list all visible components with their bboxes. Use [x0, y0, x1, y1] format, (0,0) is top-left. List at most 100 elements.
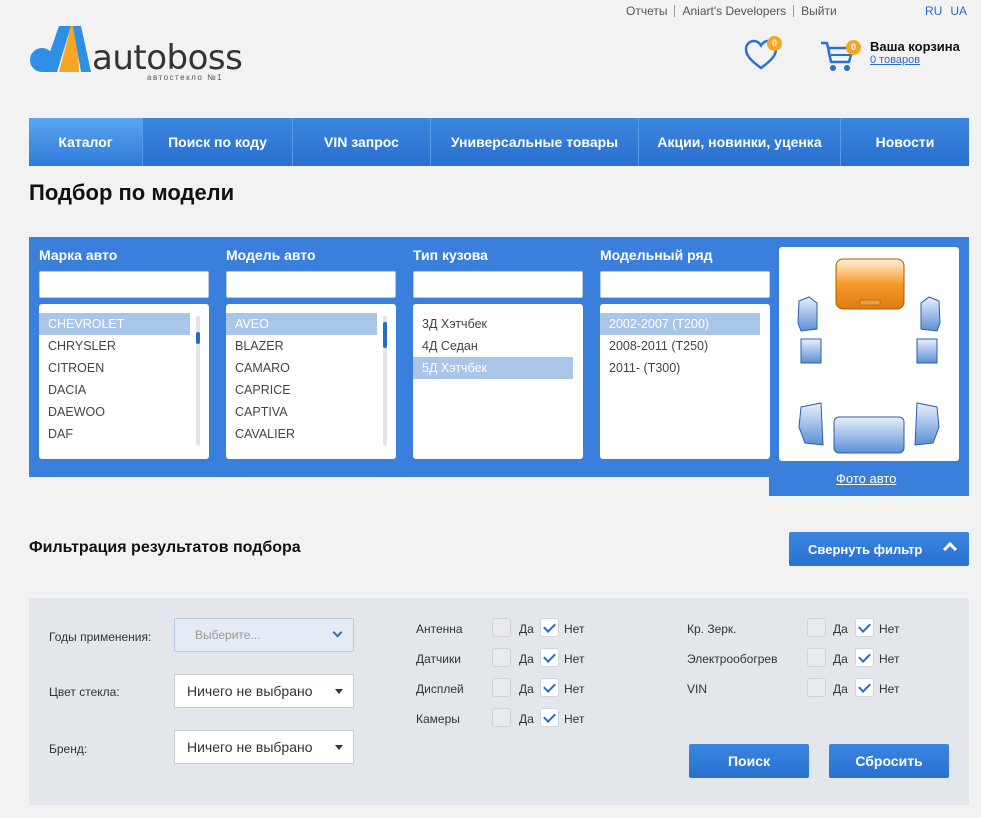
main-nav: Каталог Поиск по коду VIN запрос Универс…: [29, 118, 969, 166]
logo-tagline: автостекло №1: [147, 73, 224, 82]
list-item[interactable]: DAEWOO: [39, 401, 190, 423]
years-label: Годы применения:: [49, 630, 152, 644]
option-sensors-label: Датчики: [416, 652, 461, 666]
lang-ru[interactable]: RU: [925, 4, 942, 18]
series-list[interactable]: 2002-2007 (T200) 2008-2011 (T250) 2011- …: [600, 304, 770, 459]
option-heating-label: Электрообогрев: [687, 652, 778, 666]
nav-news[interactable]: Новости: [841, 118, 969, 166]
cart-count-badge: 0: [846, 40, 861, 55]
list-item[interactable]: 2011- (T300): [600, 357, 760, 379]
logout-link[interactable]: Выйти: [801, 4, 837, 18]
cart-title[interactable]: Ваша корзина: [870, 39, 960, 54]
series-search-input[interactable]: [600, 271, 770, 298]
display-yes-checkbox[interactable]: [492, 678, 511, 697]
search-button[interactable]: Поиск: [689, 744, 809, 778]
model-list[interactable]: AVEO BLAZER CAMARO CAPRICE CAPTIVA CAVAL…: [226, 304, 396, 459]
nav-universal-goods[interactable]: Универсальные товары: [431, 118, 639, 166]
collapse-filter-label: Свернуть фильтр: [808, 541, 923, 557]
reset-button[interactable]: Сбросить: [829, 744, 949, 778]
list-item[interactable]: CAMARO: [226, 357, 377, 379]
model-column: Модель авто AVEO BLAZER CAMARO CAPRICE C…: [226, 247, 396, 459]
list-item[interactable]: 2002-2007 (T200): [600, 313, 760, 335]
sensors-no-checkbox[interactable]: [540, 648, 559, 667]
yes-label: Да: [519, 682, 534, 696]
logo[interactable]: autoboss автостекло №1: [29, 24, 243, 84]
list-item[interactable]: 2008-2011 (T250): [600, 335, 760, 357]
make-search-input[interactable]: [39, 271, 209, 298]
no-label: Нет: [879, 682, 900, 696]
model-label: Модель авто: [226, 247, 316, 263]
display-no-checkbox[interactable]: [540, 678, 559, 697]
list-item[interactable]: CITROEN: [39, 357, 190, 379]
brand-value: Ничего не выбрано: [187, 739, 313, 755]
list-item[interactable]: DAF: [39, 423, 190, 445]
lang-ua[interactable]: UA: [950, 4, 967, 18]
filter-panel: Годы применения: Выберите... Цвет стекла…: [29, 598, 969, 805]
developers-link[interactable]: Aniart's Developers: [682, 4, 786, 18]
car-photo-link[interactable]: Фото авто: [836, 471, 896, 486]
heating-no-checkbox[interactable]: [855, 648, 874, 667]
cameras-yes-checkbox[interactable]: [492, 708, 511, 727]
list-item[interactable]: CHRYSLER: [39, 335, 190, 357]
mirror-no-checkbox[interactable]: [855, 618, 874, 637]
yes-label: Да: [833, 622, 848, 636]
antenna-no-checkbox[interactable]: [540, 618, 559, 637]
body-type-label: Тип кузова: [413, 247, 488, 263]
car-diagram-icon: [797, 258, 941, 454]
model-scrollbar[interactable]: [383, 316, 387, 446]
list-item[interactable]: DACIA: [39, 379, 190, 401]
no-label: Нет: [564, 682, 585, 696]
option-antenna-label: Антенна: [416, 622, 463, 636]
yes-label: Да: [519, 712, 534, 726]
brand-select[interactable]: Ничего не выбрано: [174, 730, 354, 764]
series-column: Модельный ряд 2002-2007 (T200) 2008-2011…: [600, 247, 770, 459]
list-item[interactable]: CHEVROLET: [39, 313, 190, 335]
mirror-yes-checkbox[interactable]: [807, 618, 826, 637]
vin-yes-checkbox[interactable]: [807, 678, 826, 697]
caret-down-icon: [335, 745, 343, 750]
list-item[interactable]: 3Д Хэтчбек: [413, 313, 573, 335]
no-label: Нет: [564, 712, 585, 726]
vin-no-checkbox[interactable]: [855, 678, 874, 697]
list-item[interactable]: AVEO: [226, 313, 377, 335]
model-search-input[interactable]: [226, 271, 396, 298]
cart-items-link[interactable]: 0 товаров: [870, 54, 920, 66]
nav-promotions[interactable]: Акции, новинки, уценка: [639, 118, 841, 166]
wishlist-button[interactable]: 0: [744, 36, 782, 74]
cart-button[interactable]: 0: [819, 38, 861, 74]
language-switch: RU UA: [925, 4, 967, 18]
body-type-list[interactable]: 3Д Хэтчбек 4Д Седан 5Д Хэтчбек: [413, 304, 583, 459]
option-display-label: Дисплей: [416, 682, 464, 696]
reports-link[interactable]: Отчеты: [626, 4, 667, 18]
list-item[interactable]: CAPRICE: [226, 379, 377, 401]
make-column: Марка авто CHEVROLET CHRYSLER CITROEN DA…: [39, 247, 209, 459]
list-item[interactable]: BLAZER: [226, 335, 377, 357]
nav-catalog[interactable]: Каталог: [29, 118, 143, 166]
model-selector-panel: Марка авто CHEVROLET CHRYSLER CITROEN DA…: [29, 237, 969, 477]
list-item[interactable]: 4Д Седан: [413, 335, 573, 357]
top-links: Отчеты Aniart's Developers Выйти: [626, 4, 837, 18]
cameras-no-checkbox[interactable]: [540, 708, 559, 727]
nav-code-search[interactable]: Поиск по коду: [143, 118, 293, 166]
glass-color-select[interactable]: Ничего не выбрано: [174, 674, 354, 708]
make-list[interactable]: CHEVROLET CHRYSLER CITROEN DACIA DAEWOO …: [39, 304, 209, 459]
logo-text: autoboss: [92, 38, 243, 78]
car-glass-diagram[interactable]: [779, 247, 959, 461]
body-type-search-input[interactable]: [413, 271, 583, 298]
heating-yes-checkbox[interactable]: [807, 648, 826, 667]
nav-vin-request[interactable]: VIN запрос: [293, 118, 431, 166]
antenna-yes-checkbox[interactable]: [492, 618, 511, 637]
wishlist-count-badge: 0: [767, 36, 782, 51]
list-item[interactable]: CAPTIVA: [226, 401, 377, 423]
brand-label: Бренд:: [49, 742, 88, 756]
sensors-yes-checkbox[interactable]: [492, 648, 511, 667]
scrollbar-thumb[interactable]: [196, 332, 200, 344]
list-item[interactable]: CAVALIER: [226, 423, 377, 445]
scrollbar-thumb[interactable]: [383, 322, 387, 348]
years-placeholder: Выберите...: [195, 628, 261, 642]
collapse-filter-button[interactable]: Свернуть фильтр: [789, 532, 969, 566]
list-item[interactable]: 5Д Хэтчбек: [413, 357, 573, 379]
years-select[interactable]: Выберите...: [174, 618, 354, 652]
make-scrollbar[interactable]: [196, 316, 200, 446]
body-type-column: Тип кузова 3Д Хэтчбек 4Д Седан 5Д Хэтчбе…: [413, 247, 583, 459]
